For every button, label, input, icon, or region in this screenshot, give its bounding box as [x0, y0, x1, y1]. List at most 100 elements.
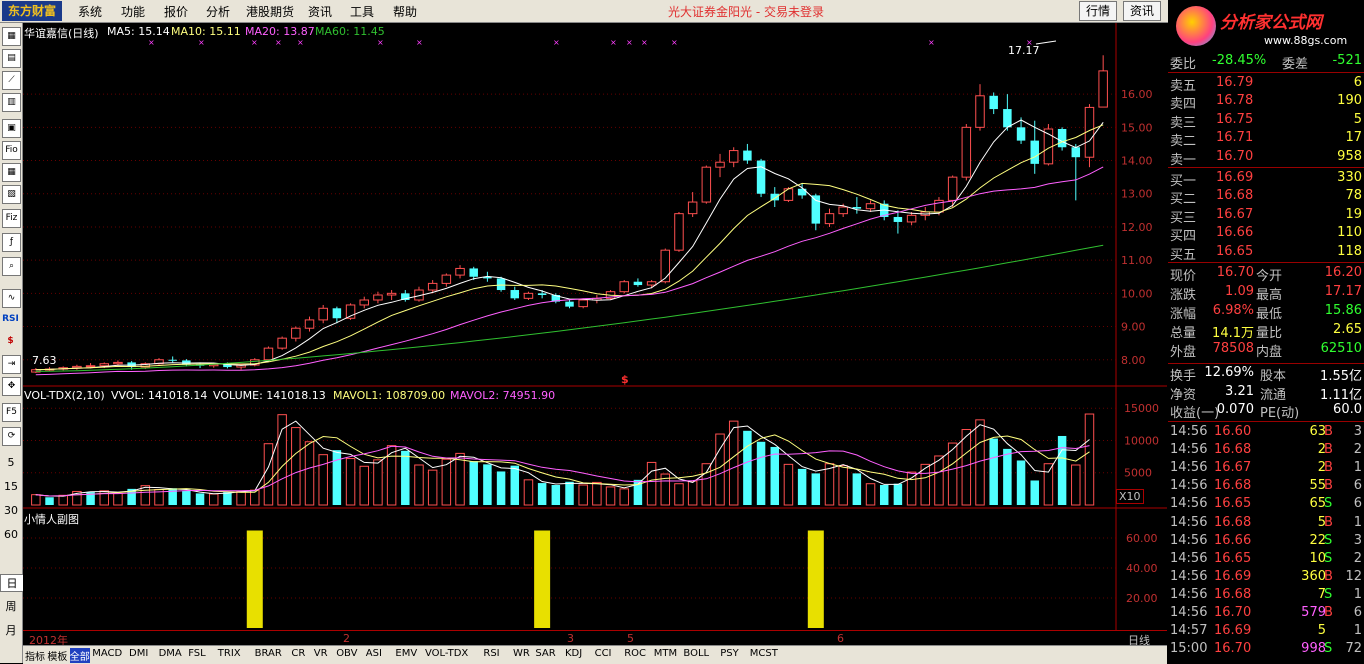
stat2-row: 收益(一) 0.070 PE(动) 60.0 — [1168, 402, 1364, 421]
bid-row: 买五 16.65 118 — [1168, 244, 1364, 263]
vol-bar — [359, 465, 369, 506]
tick-side: B — [1324, 478, 1333, 494]
bid-label: 买三 — [1170, 210, 1197, 226]
fio-button[interactable]: Fio — [2, 141, 21, 160]
refresh-icon[interactable]: ⟳ — [2, 427, 21, 446]
kline-chart[interactable]: 8.00 9.00 10.00 11.00 12.00 13.00 14.00 15.00 16… — [23, 23, 1167, 633]
stat-value: 60.0 — [1333, 402, 1362, 417]
tick-volume: 998 — [1301, 641, 1326, 657]
period-week[interactable]: 周 — [0, 598, 22, 614]
tab-14[interactable]: VOL-TDX — [425, 648, 468, 659]
tab-11[interactable]: OBV — [336, 648, 357, 659]
tab-12[interactable]: ASI — [366, 648, 382, 659]
menu-analysis[interactable]: 分析 — [206, 3, 230, 20]
mavol1-line — [35, 434, 1090, 497]
menu-news[interactable]: 资讯 — [308, 3, 332, 20]
tab-23[interactable]: PSY — [720, 648, 739, 659]
tab-4[interactable]: DMI — [129, 648, 148, 659]
ma5-line — [35, 119, 1104, 371]
doc-icon[interactable]: ▣ — [2, 119, 21, 138]
menu-tools[interactable]: 工具 — [350, 3, 374, 20]
candle-body — [989, 95, 998, 110]
table-icon[interactable]: ▤ — [2, 49, 21, 68]
tab-19[interactable]: CCI — [595, 648, 612, 659]
period-30min[interactable]: 30 — [0, 504, 22, 517]
ask-label: 卖五 — [1170, 79, 1197, 94]
tab-0[interactable]: 指标 — [25, 648, 45, 663]
tab-2[interactable]: 全部 — [69, 648, 90, 663]
tab-3[interactable]: MACD — [92, 648, 122, 659]
tab-15[interactable]: RSI — [483, 648, 499, 659]
export-icon[interactable]: ⇥ — [2, 355, 21, 374]
tab-6[interactable]: FSL — [188, 648, 206, 659]
menu-hk-futures[interactable]: 港股期货 — [246, 3, 294, 20]
tab-1[interactable]: 模板 — [47, 648, 67, 663]
tab-7[interactable]: TRIX — [218, 648, 241, 659]
tab-18[interactable]: KDJ — [565, 648, 582, 659]
tick-count: 2 — [1353, 550, 1362, 566]
menu-help[interactable]: 帮助 — [393, 3, 417, 20]
tab-9[interactable]: CR — [291, 648, 305, 659]
tick-price: 16.70 — [1214, 605, 1252, 620]
info-button[interactable]: 资讯 — [1123, 1, 1161, 21]
time-label-jun: 6 — [837, 632, 844, 645]
chart-area[interactable]: 8.00 9.00 10.00 11.00 12.00 13.00 14.00 15.00 16… — [23, 23, 1167, 633]
period-month[interactable]: 月 — [0, 622, 22, 638]
period-60min[interactable]: 60 — [0, 528, 22, 541]
period-5min[interactable]: 5 — [0, 456, 22, 469]
bid-row: 买四 16.66 110 — [1168, 225, 1364, 244]
ask-price: 16.75 — [1216, 111, 1254, 127]
period-15min[interactable]: 15 — [0, 480, 22, 493]
tab-8[interactable]: BRAR — [255, 648, 282, 659]
tab-10[interactable]: VR — [314, 648, 328, 659]
report-icon[interactable]: ▦ — [2, 163, 21, 182]
signal-bar — [807, 530, 824, 628]
stat-value: 3.21 — [1225, 383, 1254, 399]
vol-bar — [31, 494, 41, 506]
tab-13[interactable]: EMV — [395, 648, 417, 659]
time-axis: 2012年 2 3 5 6 日线 — [23, 630, 1167, 647]
ma60-label: MA60: 11.45 — [315, 25, 385, 38]
tab-20[interactable]: ROC — [624, 648, 646, 659]
candle-body — [893, 216, 903, 222]
f5-button[interactable]: F5 — [2, 403, 21, 422]
period-day[interactable]: 日 — [0, 574, 24, 592]
vol-bar — [1003, 448, 1012, 505]
vol-bar — [989, 438, 998, 505]
tab-21[interactable]: MTM — [654, 648, 677, 659]
note-icon[interactable]: ▧ — [2, 185, 21, 204]
menu-function[interactable]: 功能 — [121, 3, 145, 20]
ma10-label: MA10: 15.11 — [171, 25, 241, 38]
vvol-line — [35, 420, 1090, 497]
stat-label: 股本 — [1260, 369, 1287, 384]
quote-button[interactable]: 行情 — [1079, 1, 1117, 21]
kline-icon[interactable]: ▥ — [2, 93, 21, 112]
tick-price: 16.60 — [1214, 424, 1252, 439]
stat-label: PE(动) — [1260, 406, 1300, 421]
vol-bar — [592, 481, 602, 506]
vol-bar — [441, 458, 452, 506]
ratio-value: -28.45% — [1212, 53, 1267, 68]
tab-24[interactable]: MCST — [750, 648, 778, 659]
chart-wave-icon[interactable]: ∿ — [2, 289, 21, 308]
tab-17[interactable]: SAR — [535, 648, 555, 659]
candle-body — [386, 292, 397, 296]
formula-icon[interactable]: ƒ — [2, 233, 21, 252]
menu-system[interactable]: 系统 — [78, 3, 102, 20]
rsi-button[interactable]: RSI — [2, 311, 19, 328]
tab-5[interactable]: DMA — [159, 648, 182, 659]
line-chart-icon[interactable]: ⟋ — [2, 71, 21, 90]
tab-22[interactable]: BOLL — [683, 648, 709, 659]
grid-icon[interactable]: ▦ — [2, 27, 21, 46]
ask-volume: 5 — [1353, 111, 1362, 127]
dollar-icon[interactable]: $ — [2, 333, 19, 350]
menu-quote[interactable]: 报价 — [164, 3, 188, 20]
candle-body — [674, 213, 684, 251]
tab-16[interactable]: WR — [513, 648, 530, 659]
tick-row: 14:56 16.68 5 B 1 — [1168, 515, 1364, 533]
fiz-button[interactable]: Fiz — [2, 209, 21, 228]
candle-body — [469, 268, 478, 277]
search-icon[interactable]: ⌕ — [2, 257, 21, 276]
move-icon[interactable]: ✥ — [2, 377, 21, 396]
vol-bar — [797, 468, 807, 505]
